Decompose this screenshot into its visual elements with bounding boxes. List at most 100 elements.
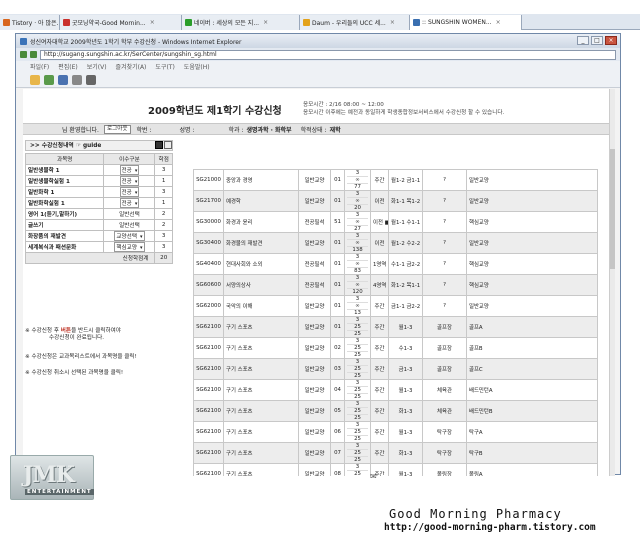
menu-edit[interactable]: 편집(E) (58, 62, 78, 71)
favorites-star-icon[interactable] (30, 74, 40, 85)
enrollment-course-name[interactable]: 일반화학실험 1 (24, 197, 105, 209)
enrollment-type-cell: 교양선택 (103, 230, 156, 242)
course-name-link[interactable]: 구기 스포츠 (223, 337, 299, 359)
name-label: 성명 : (179, 126, 195, 134)
course-category: 일반교양 (298, 337, 331, 359)
menu-file[interactable]: 파일(F) (30, 62, 49, 71)
course-name-link[interactable]: 구기 스포츠 (223, 379, 299, 401)
address-bar[interactable]: http://sugang.sungshin.ac.kr/SerCenter/s… (40, 49, 616, 60)
course-row[interactable]: SG62100 구기 스포츠 일반교양 06 3 25 25 주간 월1-3 탁구장 탁구A (193, 421, 598, 443)
course-name-link[interactable]: 예경학 (223, 190, 299, 212)
enrollment-row[interactable]: 글쓰기 일반선택 2 (24, 219, 173, 231)
course-name-link[interactable]: 서양의상사 (223, 274, 299, 296)
enrollment-row[interactable]: 영어 1(듣기,말하기) 일반선택 2 (24, 208, 173, 220)
browser-tab[interactable]: Tistory · 아 많은...× (0, 15, 60, 30)
logout-button[interactable]: 로그아웃 (103, 124, 131, 134)
course-name-link[interactable]: 구기 스포츠 (223, 442, 299, 464)
course-name-link[interactable]: 국악의 이해 (223, 295, 299, 317)
tab-close-icon[interactable]: × (263, 19, 268, 26)
save-icon[interactable] (155, 141, 163, 149)
type-text: 일반선택 (119, 223, 140, 229)
course-row[interactable]: SG30000화경과 윤리전공필석513∞27이전 ■■■■월1-1 수1-1?… (193, 211, 598, 233)
browser-tab-bar: Tistory · 아 많은...×굿모닝약국-Good Mornin...×네… (0, 14, 640, 30)
course-row[interactable]: SG30400 화경물의 재발견 일반교양 01 3 ∞ 138 이전 월1-2 수2-2? 일반… (193, 232, 598, 254)
type-select[interactable]: 전공 (119, 198, 140, 208)
enrollment-course-name[interactable]: 화장품의 재발견 (24, 230, 105, 242)
course-name-link[interactable]: 구기 스포츠 (223, 400, 299, 422)
minimize-button[interactable]: _ (577, 36, 589, 45)
course-section: 07 (330, 442, 345, 464)
enrollment-row[interactable]: 일반화학 1 전공 3 (24, 186, 173, 198)
enrollment-header[interactable]: >> 수강신청내역 ☞ guide (25, 140, 173, 151)
course-name-link[interactable]: 화경물의 재발견 (223, 232, 299, 254)
course-name-link[interactable]: 구기 스포츠 (223, 316, 299, 338)
enrollment-course-name[interactable]: 세계복식과 패션문화 (24, 241, 105, 253)
browser-tab[interactable]: 네이버 : 세상의 모든 지... × (182, 15, 300, 30)
menu-help[interactable]: 도움말(H) (184, 62, 210, 71)
course-section: 01 (330, 169, 345, 191)
menu-tools[interactable]: 도구(T) (155, 62, 174, 71)
home-icon[interactable] (58, 74, 68, 85)
course-name-link[interactable]: 구기 스포츠 (223, 358, 299, 380)
maximize-button[interactable]: □ (591, 36, 603, 45)
browser-tab[interactable]: Daum - 우리들의 UCC 세... × (300, 15, 410, 30)
page-scrollbar[interactable] (609, 89, 615, 476)
course-row[interactable]: SG62100 구기 스포츠 일반교양 01 3 25 25 주간 월1-3 골프장 골프A (193, 316, 598, 338)
back-icon[interactable] (20, 51, 27, 58)
course-row[interactable]: SG62100 구기 스포츠 일반교양 05 3 25 25 주간 화1-3 체육관 배드민턴B (193, 400, 598, 422)
course-name-link[interactable]: 구기 스포츠 (223, 421, 299, 443)
course-name-link[interactable]: 중앙과 경영 (223, 169, 299, 191)
col-credit: 학점 (154, 153, 173, 165)
enrollment-row[interactable]: 일반생물학 1 전공 3 (24, 164, 173, 176)
course-row[interactable]: SG62100 구기 스포츠 일반교양 04 3 25 25 주간 월1-3 체육관 배드민턴A (193, 379, 598, 401)
type-select[interactable]: 교양선택 (114, 231, 145, 241)
tools-icon[interactable] (86, 74, 96, 85)
close-button[interactable]: × (605, 36, 617, 45)
mail-icon[interactable]: ✉ (370, 472, 377, 481)
enrollment-row[interactable]: 세계복식과 패션문화 핵심교양 3 (24, 241, 173, 253)
enrollment-course-name[interactable]: 영어 1(듣기,말하기) (24, 208, 105, 220)
page-icon[interactable] (72, 74, 82, 85)
tab-close-icon[interactable]: × (390, 19, 395, 26)
course-section: 04 (330, 379, 345, 401)
course-limit: 25 (347, 345, 368, 352)
add-favorites-icon[interactable] (44, 74, 54, 85)
course-row[interactable]: SG62000 국악의 이해 일반교양 01 3 ∞ 13 주간 금1-1 금2-2? 일반교양 (193, 295, 598, 317)
enrollment-course-name[interactable]: 일반생물학 1 (24, 164, 105, 176)
course-row[interactable]: SG62100 구기 스포츠 일반교양 07 3 25 25 주간 화1-3 탁구장 탁구B (193, 442, 598, 464)
course-row[interactable]: SG62100구기 스포츠일반교양0832525주간월1-3볼링장볼링A (193, 463, 598, 476)
menu-view[interactable]: 보기(V) (87, 62, 107, 71)
browser-tab[interactable]: :: SUNGSHIN WOMEN... × (410, 15, 522, 30)
scrollbar-thumb[interactable] (610, 149, 615, 269)
forward-icon[interactable] (30, 51, 37, 58)
enrollment-row[interactable]: 화장품의 재발견 교양선택 3 (24, 230, 173, 242)
browser-tab[interactable]: 굿모닝약국-Good Mornin... × (60, 15, 182, 30)
type-select[interactable]: 전공 (119, 187, 140, 197)
watermark-title: Good Morning Pharmacy (389, 507, 562, 521)
course-row[interactable]: SG21000 중앙과 경영 일반교양 01 3 ∞ 77 주간 월1-2 금1-1? 일반교양 (193, 169, 598, 191)
enrollment-row[interactable]: 일반화학실험 1 전공 1 (24, 197, 173, 209)
course-row[interactable]: SG60600 서양의상사 전공필석 01 3 ∞ 120 4영역 화1-2 목1-1? 핵심교양 (193, 274, 598, 296)
course-row[interactable]: SG62100 구기 스포츠 일반교양 02 3 25 25 주간 수1-3 골프장 골프B (193, 337, 598, 359)
menu-favorites[interactable]: 즐겨찾기(A) (116, 62, 147, 71)
type-select[interactable]: 전공 (119, 176, 140, 186)
tab-close-icon[interactable]: × (150, 19, 155, 26)
course-location: ? (422, 253, 467, 275)
enrollment-course-name[interactable]: 일반생물학실험 1 (24, 175, 105, 187)
course-row[interactable]: SG40400 현대사회와 소외 전공필석 01 3 ∞ 83 1영역 수1-1 금2-2? 핵심… (193, 253, 598, 275)
print-icon[interactable] (164, 141, 172, 149)
enrollment-row[interactable]: 일반생물학실험 1 전공 1 (24, 175, 173, 187)
tab-close-icon[interactable]: × (496, 19, 501, 26)
course-name-link[interactable]: 구기 스포츠 (223, 463, 299, 476)
enrollment-course-name[interactable]: 글쓰기 (24, 219, 105, 231)
type-select[interactable]: 핵심교양 (114, 242, 145, 252)
type-select[interactable]: 전공 (119, 165, 140, 175)
course-row[interactable]: SG21700 예경학 일반교양 01 3 ∞ 20 이전 화1-1 목1-2? 일반교양 (193, 190, 598, 212)
course-name-link[interactable]: 현대사회와 소외 (223, 253, 299, 275)
enrollment-course-name[interactable]: 일반화학 1 (24, 186, 105, 198)
course-row[interactable]: SG62100 구기 스포츠 일반교양 03 3 25 25 주간 금1-3 골프장 골프C (193, 358, 598, 380)
course-section: 03 (330, 358, 345, 380)
course-name-link[interactable]: 화경과 윤리 (223, 211, 299, 233)
course-schedule: 월1-3 (388, 421, 423, 443)
course-section: 01 (330, 253, 345, 275)
